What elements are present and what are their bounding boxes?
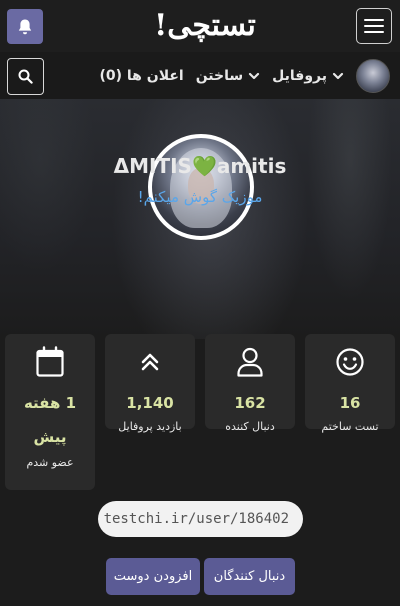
- stat-value: 16: [339, 394, 361, 412]
- user-icon: [237, 347, 263, 377]
- top-bar: تستچی!: [0, 0, 400, 52]
- chevron-down-icon: [249, 72, 260, 80]
- stat-card-tests: 16 تست ساختم: [305, 334, 395, 433]
- hamburger-menu-button[interactable]: [356, 8, 392, 44]
- add-friend-button[interactable]: افزودن دوست: [106, 558, 200, 595]
- user-avatar[interactable]: [356, 59, 390, 93]
- chevron-down-icon: [332, 72, 344, 80]
- nav-bar: پروفایل ساختن اعلان ها (0): [0, 52, 400, 99]
- search-button[interactable]: [7, 58, 44, 95]
- stat-label: عضو شدم: [26, 456, 74, 469]
- nav-build[interactable]: ساختن: [196, 68, 260, 84]
- profile-url-text: testchi.ir/user/186402: [103, 511, 289, 527]
- username-part1: ΔMITIS: [113, 154, 192, 178]
- profile-cover: [0, 99, 400, 339]
- followers-button[interactable]: دنبال کنندگان: [204, 558, 295, 595]
- nav-items: پروفایل ساختن اعلان ها (0): [99, 57, 390, 95]
- double-chevron-up-icon: [141, 353, 159, 371]
- stat-card-profile-views: 1,140 بازدید پروفایل: [105, 334, 195, 433]
- stat-card-followers: 162 دنبال کننده: [205, 334, 295, 433]
- profile-picture[interactable]: [148, 134, 254, 240]
- profile-url-field[interactable]: testchi.ir/user/186402: [98, 501, 303, 537]
- nav-notifications-label: اعلان ها (0): [99, 68, 184, 84]
- stat-label: بازدید پروفایل: [118, 420, 182, 433]
- menu-line: [364, 31, 384, 33]
- stat-card-joined: 1 هفته پیش عضو شدم: [5, 334, 95, 490]
- bell-icon: [18, 19, 32, 34]
- notifications-button[interactable]: [7, 9, 43, 44]
- menu-line: [364, 25, 384, 27]
- nav-profile[interactable]: پروفایل: [272, 68, 344, 84]
- stat-value: 162: [234, 394, 266, 412]
- stat-value-line2: پیش: [33, 428, 67, 446]
- nav-notifications[interactable]: اعلان ها (0): [99, 68, 183, 84]
- smiley-icon: [336, 348, 364, 376]
- nav-profile-label: پروفایل: [272, 68, 327, 84]
- profile-username: ΔMITIS💚amitis: [0, 154, 400, 178]
- stat-label: تست ساختم: [321, 420, 379, 433]
- profile-bio: موزیک گوش میکنم!: [137, 188, 263, 206]
- menu-line: [364, 19, 384, 21]
- stat-value: 1,140: [126, 394, 174, 412]
- stat-label: دنبال کننده: [225, 420, 275, 433]
- username-part2: amitis: [216, 154, 287, 178]
- site-logo[interactable]: تستچی!: [150, 6, 260, 46]
- calendar-icon: [36, 346, 64, 377]
- search-icon: [18, 69, 33, 84]
- green-heart-icon: 💚: [191, 154, 217, 178]
- nav-build-label: ساختن: [195, 68, 244, 84]
- stat-value-line1: 1 هفته: [23, 394, 77, 412]
